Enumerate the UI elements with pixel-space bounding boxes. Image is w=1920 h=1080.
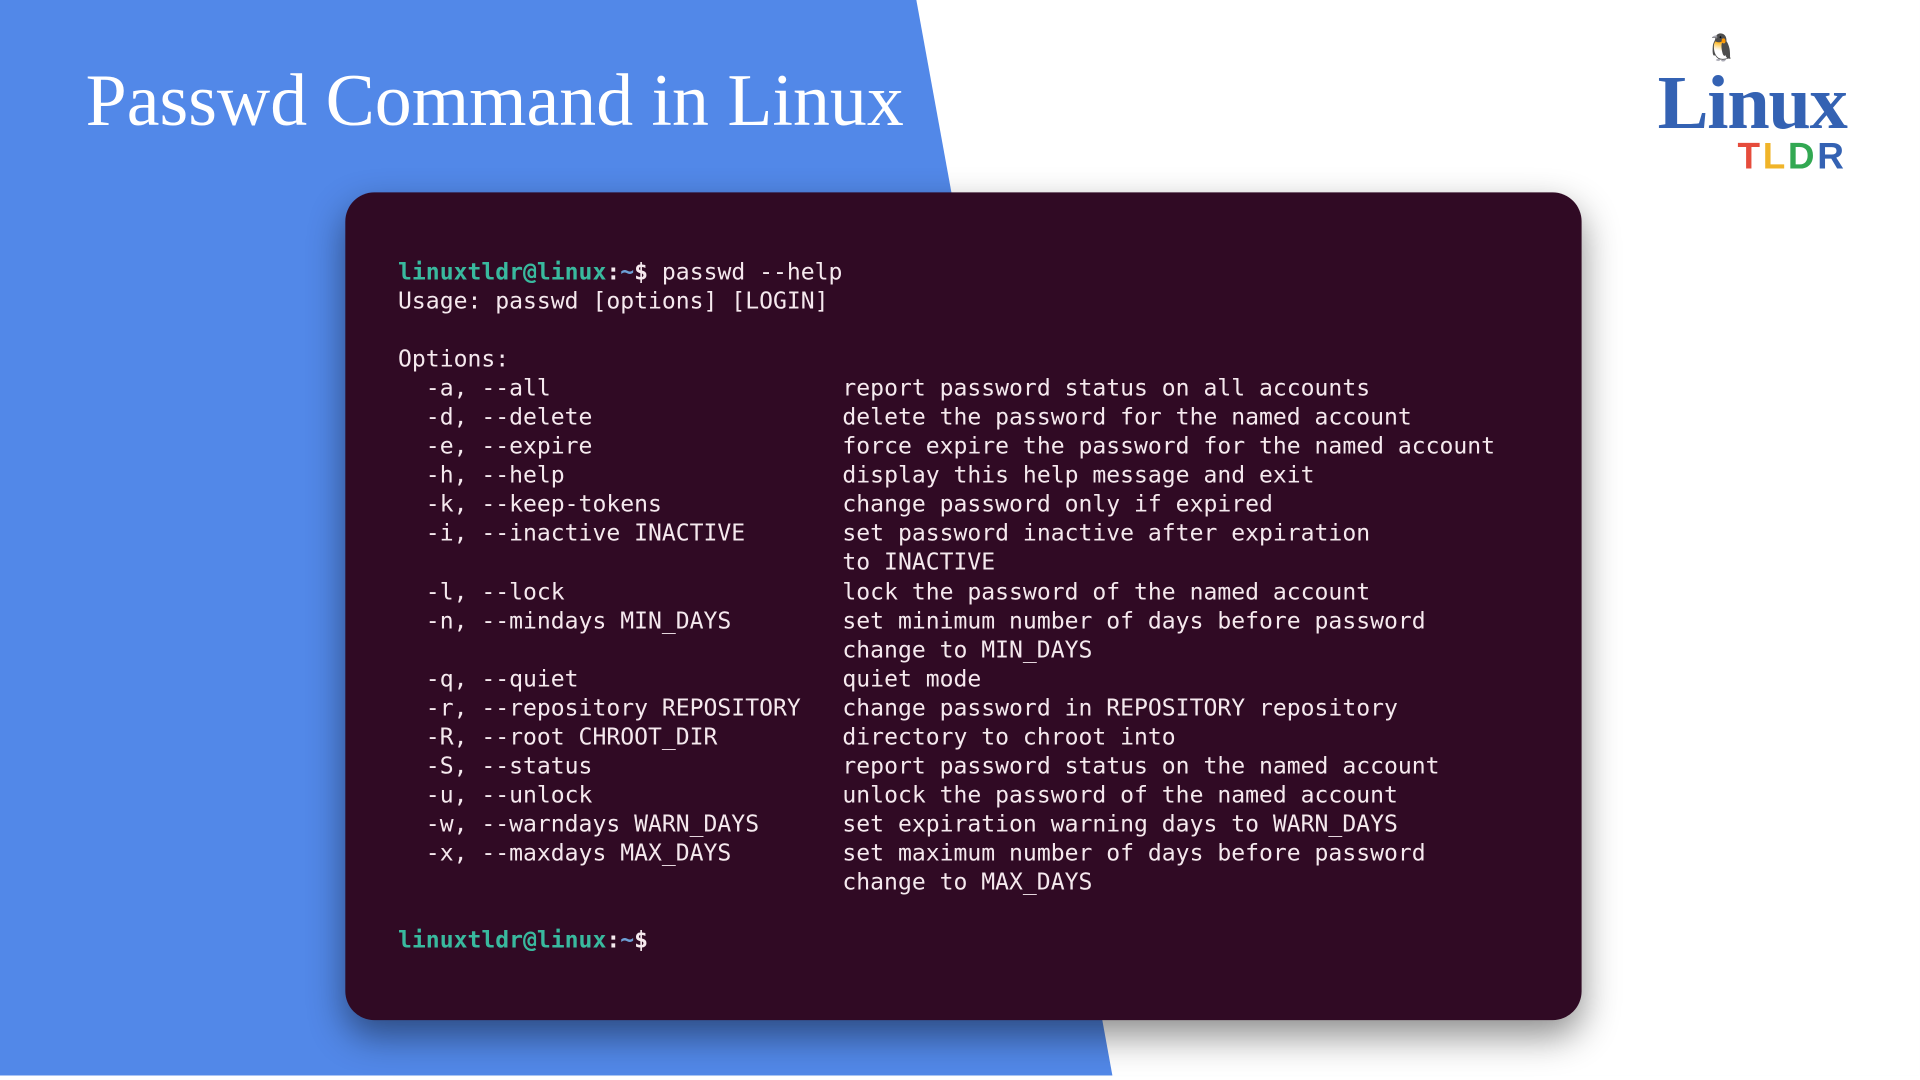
option-flag: -a, --all bbox=[398, 375, 842, 404]
terminal-window: linuxtldr@linux:~$ passwd --help Usage: … bbox=[345, 192, 1581, 1020]
option-desc-continuation: change to MIN_DAYS bbox=[398, 636, 1529, 665]
option-desc: quiet mode bbox=[842, 666, 981, 692]
option-desc: lock the password of the named account bbox=[842, 579, 1370, 605]
option-flag: -h, --help bbox=[398, 462, 842, 491]
option-row: -i, --inactive INACTIVE set password ina… bbox=[398, 520, 1529, 549]
option-row: -r, --repository REPOSITORY change passw… bbox=[398, 694, 1529, 723]
option-row: -q, --quiet quiet mode bbox=[398, 665, 1529, 694]
option-flag: -r, --repository REPOSITORY bbox=[398, 694, 842, 723]
option-row: -w, --warndays WARN_DAYS set expiration … bbox=[398, 810, 1529, 839]
typed-command: passwd --help bbox=[662, 260, 843, 286]
terminal-line-prompt: linuxtldr@linux:~$ bbox=[398, 927, 1529, 956]
option-desc: unlock the password of the named account bbox=[842, 783, 1397, 809]
penguin-icon: 🐧 bbox=[1705, 37, 1737, 62]
option-row: -n, --mindays MIN_DAYS set minimum numbe… bbox=[398, 607, 1529, 636]
logo-main-text: 🐧 Linux bbox=[1658, 66, 1847, 139]
option-desc: change password only if expired bbox=[842, 492, 1272, 518]
option-row: -a, --all report password status on all … bbox=[398, 375, 1529, 404]
usage-line: Usage: passwd [options] [LOGIN] bbox=[398, 287, 1529, 316]
option-flag: -k, --keep-tokens bbox=[398, 491, 842, 520]
option-row: -R, --root CHROOT_DIR directory to chroo… bbox=[398, 723, 1529, 752]
option-flag: -l, --lock bbox=[398, 578, 842, 607]
option-row: -u, --unlock unlock the password of the … bbox=[398, 781, 1529, 810]
option-desc: report password status on all accounts bbox=[842, 376, 1370, 402]
prompt-host: linuxtldr@linux bbox=[398, 928, 606, 954]
options-header: Options: bbox=[398, 346, 1529, 375]
option-flag: -i, --inactive INACTIVE bbox=[398, 520, 842, 549]
option-flag: -q, --quiet bbox=[398, 665, 842, 694]
prompt-host: linuxtldr@linux bbox=[398, 260, 606, 286]
option-desc-continuation: to INACTIVE bbox=[398, 549, 1529, 578]
blank-line bbox=[398, 316, 1529, 345]
option-flag: -x, --maxdays MAX_DAYS bbox=[398, 839, 842, 868]
option-desc-continuation: change to MAX_DAYS bbox=[398, 869, 1529, 898]
option-desc: directory to chroot into bbox=[842, 725, 1175, 751]
option-flag: -S, --status bbox=[398, 752, 842, 781]
option-row: -k, --keep-tokens change password only i… bbox=[398, 491, 1529, 520]
option-row: -h, --help display this help message and… bbox=[398, 462, 1529, 491]
option-flag: -R, --root CHROOT_DIR bbox=[398, 723, 842, 752]
option-row: -e, --expire force expire the password f… bbox=[398, 433, 1529, 462]
option-desc: force expire the password for the named … bbox=[842, 434, 1495, 460]
option-desc: display this help message and exit bbox=[842, 463, 1314, 489]
option-desc: report password status on the named acco… bbox=[842, 754, 1439, 780]
page-title: Passwd Command in Linux bbox=[86, 59, 904, 143]
option-desc: set minimum number of days before passwo… bbox=[842, 608, 1425, 634]
options-list: -a, --all report password status on all … bbox=[398, 375, 1529, 898]
option-row: -S, --status report password status on t… bbox=[398, 752, 1529, 781]
option-flag: -n, --mindays MIN_DAYS bbox=[398, 607, 842, 636]
option-row: -x, --maxdays MAX_DAYS set maximum numbe… bbox=[398, 839, 1529, 868]
option-desc: set password inactive after expiration bbox=[842, 521, 1370, 547]
option-desc: delete the password for the named accoun… bbox=[842, 405, 1411, 431]
option-desc: change password in REPOSITORY repository bbox=[842, 696, 1397, 722]
terminal-line-command: linuxtldr@linux:~$ passwd --help bbox=[398, 258, 1529, 287]
option-desc: set expiration warning days to WARN_DAYS bbox=[842, 812, 1397, 838]
blank-line bbox=[398, 898, 1529, 927]
option-flag: -u, --unlock bbox=[398, 781, 842, 810]
option-flag: -e, --expire bbox=[398, 433, 842, 462]
option-row: -d, --delete delete the password for the… bbox=[398, 404, 1529, 433]
option-flag: -d, --delete bbox=[398, 404, 842, 433]
brand-logo: 🐧 Linux TLDR bbox=[1658, 66, 1847, 178]
option-desc: set maximum number of days before passwo… bbox=[842, 841, 1425, 867]
option-row: -l, --lock lock the password of the name… bbox=[398, 578, 1529, 607]
option-flag: -w, --warndays WARN_DAYS bbox=[398, 810, 842, 839]
